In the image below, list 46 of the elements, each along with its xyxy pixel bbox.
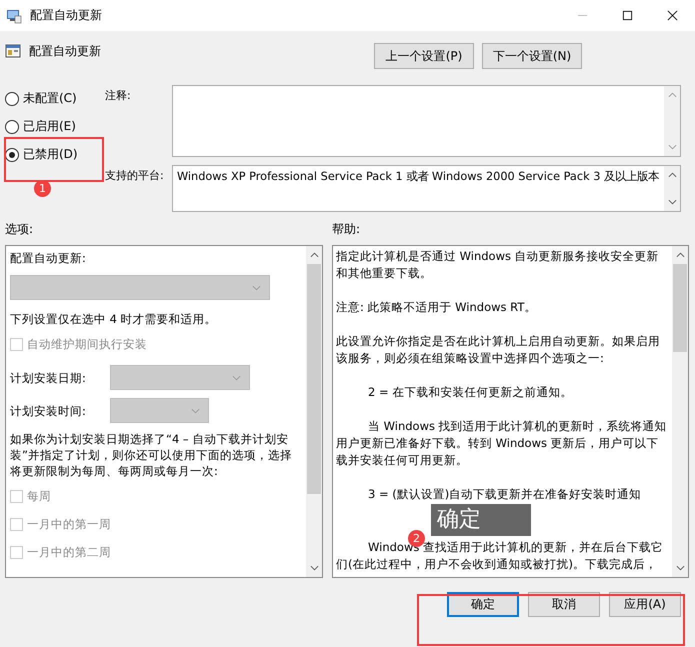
platform-text: Windows XP Professional Service Pack 1 或者 Windows 2000 Service Pack 3 及以上版本 [176, 169, 660, 185]
option-note: 如果你为计划安装日期选择了“4 – 自动下载并计划安装”并指定了计划，则你还可以使用下面的选项，选择将更新限制为每周、每两周或每月一次: [10, 431, 293, 479]
dialog-button[interactable]: 确定 [447, 592, 519, 617]
field-label: 计划安装日期: [10, 370, 87, 386]
maximize-icon[interactable] [622, 10, 633, 21]
scroll-down-icon[interactable] [310, 565, 318, 571]
option-note: 下列设置仅在选中 4 时才需要和适用。 [10, 311, 218, 327]
nav-button[interactable]: 上一个设置(P) [374, 43, 474, 69]
comment-label: 注释: [105, 88, 132, 104]
chevron-down-icon [232, 375, 241, 381]
help-paragraph: 当 Windows 找到适用于此计算机的更新时，系统将通知用户更新已准备好下载。转到 Windows 更新后，用户可以下载并安装任何可用更新。 [336, 418, 668, 469]
policy-title: 配置自动更新 [29, 43, 101, 60]
nav-button[interactable]: 下一个设置(N) [482, 43, 582, 69]
help-label: 帮助: [332, 221, 362, 238]
dialog-button[interactable]: 取消 [528, 592, 600, 617]
radio-button[interactable] [5, 148, 19, 162]
help-paragraph: 注意: 此策略不适用于 Windows RT。 [336, 299, 538, 316]
settings-page-icon [5, 43, 21, 59]
help-paragraph: 指定此计算机是否通过 Windows 自动更新服务接收安全更新和其他重要下载。 [336, 248, 660, 282]
scroll-up-icon[interactable] [668, 172, 676, 178]
chevron-down-icon [252, 285, 261, 291]
help-paragraph: 此设置允许你指定是否在此计算机上启用自动更新。如果启用该服务，则必须在组策略设置中选择四个选项之一: [336, 333, 661, 367]
step-badge: 1 [34, 180, 51, 197]
help-paragraph: 3 = (默认设置)自动下载更新并在准备好安装时通知 [367, 486, 642, 503]
radio-button[interactable] [5, 120, 19, 134]
scrollbar-thumb[interactable] [307, 264, 321, 494]
dialog-button[interactable]: 应用(A) [609, 592, 681, 617]
radio-label[interactable]: 已禁用(D) [23, 146, 78, 163]
scroll-down-icon[interactable] [668, 199, 676, 205]
field-label: 计划安装时间: [10, 402, 87, 418]
radio-label[interactable]: 未配置(C) [23, 90, 77, 107]
tooltip: 确定 [431, 504, 531, 536]
scroll-up-icon[interactable] [676, 252, 684, 258]
policy-icon [6, 8, 22, 24]
scrollbar-thumb[interactable] [673, 264, 687, 352]
window-title: 配置自动更新 [30, 7, 102, 24]
close-icon[interactable] [667, 10, 678, 21]
options-label: 选项: [5, 221, 34, 238]
chevron-down-icon [191, 408, 200, 414]
scroll-down-icon[interactable] [676, 565, 684, 571]
help-paragraph: 2 = 在下载和安装任何更新之前通知。 [367, 384, 574, 401]
platform-label: 支持的平台: [105, 168, 165, 184]
option-label: 配置自动更新: [10, 250, 87, 266]
radio-label[interactable]: 已启用(E) [23, 118, 76, 135]
radio-button[interactable] [5, 92, 19, 106]
scroll-up-icon[interactable] [310, 252, 318, 258]
